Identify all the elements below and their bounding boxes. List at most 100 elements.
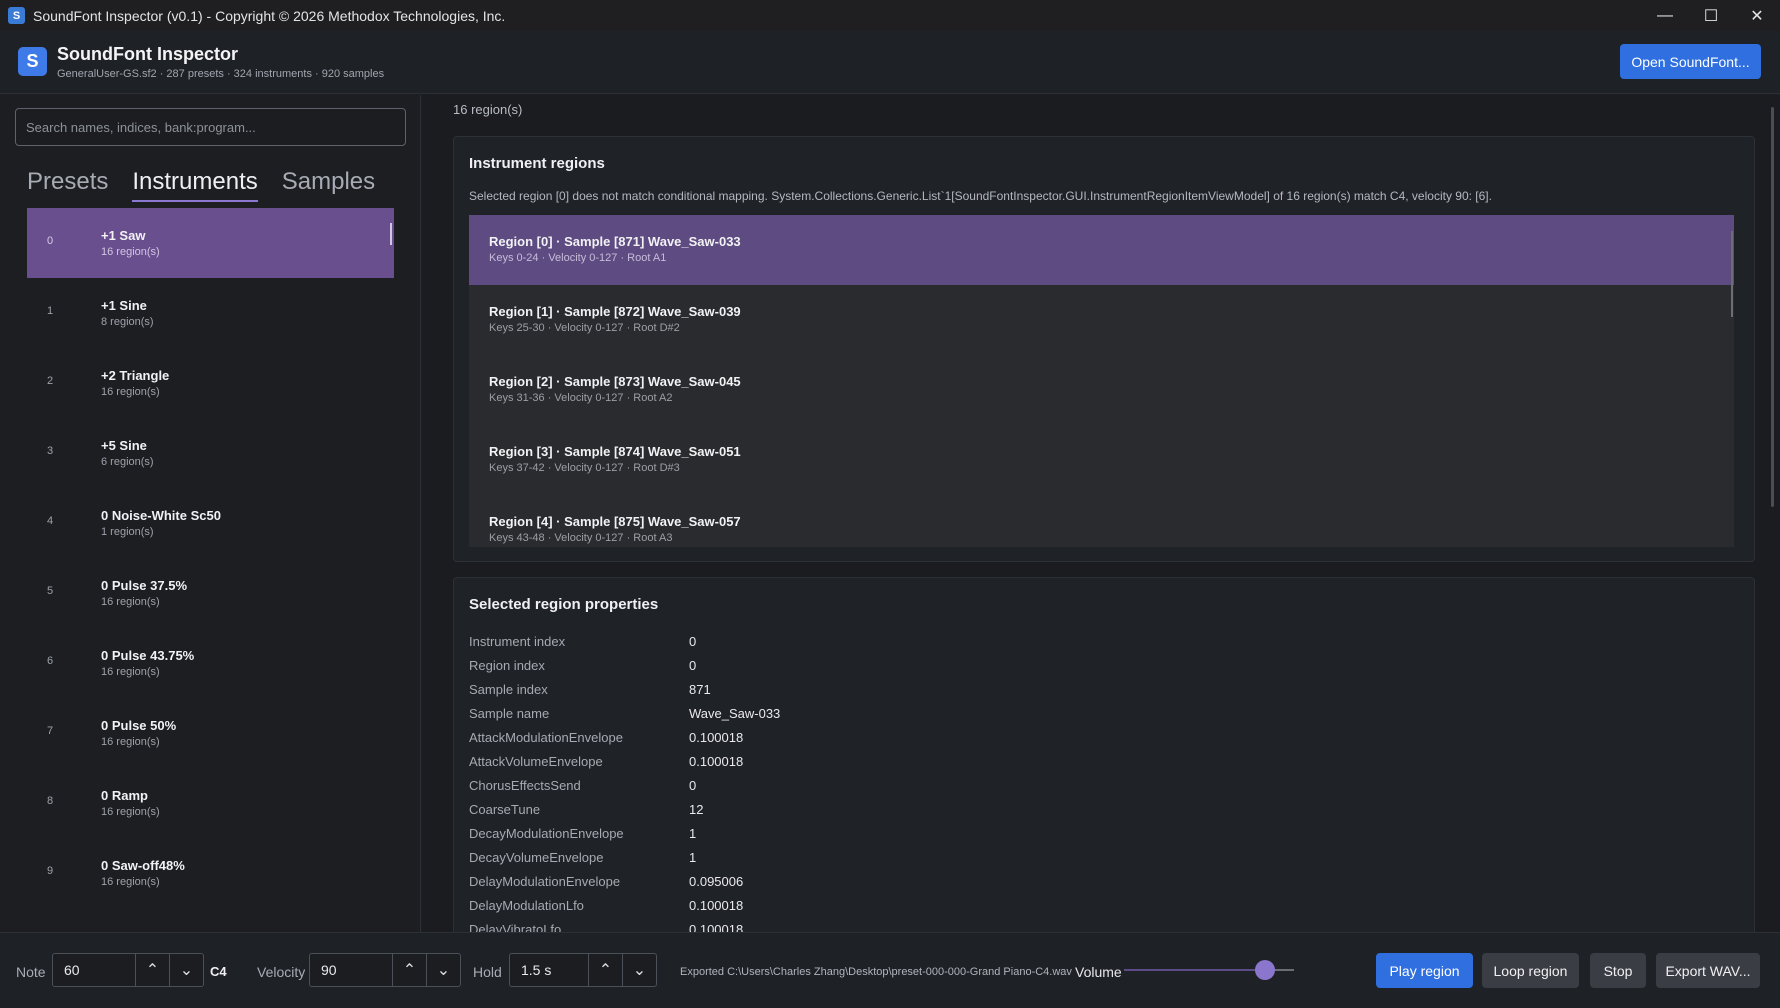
property-value: 0.100018 bbox=[689, 730, 744, 745]
property-key: DecayModulationEnvelope bbox=[469, 826, 624, 841]
item-index: 7 bbox=[47, 725, 54, 737]
playback-bar: Note 60 ⌃ ⌄ C4 Velocity 90 ⌃ ⌄ Hold 1.5 … bbox=[0, 932, 1780, 1008]
logo-icon: S bbox=[18, 47, 47, 76]
detail-scrollbar[interactable] bbox=[1771, 107, 1774, 507]
item-index: 8 bbox=[47, 795, 54, 807]
play-region-button[interactable]: Play region bbox=[1376, 953, 1473, 988]
property-row: Region index 0 bbox=[469, 658, 780, 682]
list-item[interactable]: 0 +1 Saw 16 region(s) bbox=[27, 208, 394, 278]
title-bar: S SoundFont Inspector (v0.1) - Copyright… bbox=[0, 0, 1780, 31]
property-key: AttackVolumeEnvelope bbox=[469, 754, 603, 769]
tab-instruments[interactable]: Instruments bbox=[132, 168, 258, 202]
list-item[interactable]: 9 0 Saw-off48% 16 region(s) bbox=[27, 838, 394, 908]
region-item[interactable]: Region [2] · Sample [873] Wave_Saw-045 K… bbox=[469, 355, 1734, 425]
region-item[interactable]: Region [3] · Sample [874] Wave_Saw-051 K… bbox=[469, 425, 1734, 495]
region-properties-card: Selected region properties Instrument in… bbox=[453, 577, 1755, 932]
item-index: 9 bbox=[47, 865, 54, 877]
detail-panel: 16 region(s) Instrument regions Selected… bbox=[422, 95, 1780, 932]
open-soundfont-button[interactable]: Open SoundFont... bbox=[1620, 44, 1761, 79]
item-region-count: 16 region(s) bbox=[101, 806, 160, 818]
item-region-count: 16 region(s) bbox=[101, 876, 160, 888]
tab-presets[interactable]: Presets bbox=[27, 168, 108, 202]
chevron-up-icon[interactable]: ⌃ bbox=[588, 954, 622, 986]
property-value: Wave_Saw-033 bbox=[689, 706, 781, 721]
item-index: 4 bbox=[47, 515, 54, 527]
item-name: 0 Noise-White Sc50 bbox=[101, 508, 221, 523]
item-index: 2 bbox=[47, 375, 54, 387]
velocity-stepper[interactable]: 90 ⌃ ⌄ bbox=[309, 953, 461, 987]
property-row: Instrument index 0 bbox=[469, 634, 780, 658]
property-key: ChorusEffectsSend bbox=[469, 778, 581, 793]
chevron-down-icon[interactable]: ⌄ bbox=[426, 954, 460, 986]
list-item[interactable]: 6 0 Pulse 43.75% 16 region(s) bbox=[27, 628, 394, 698]
property-key: Sample name bbox=[469, 706, 550, 721]
region-detail: Keys 25-30 · Velocity 0-127 · Root D#2 bbox=[489, 322, 680, 334]
item-index: 0 bbox=[47, 235, 54, 247]
note-stepper[interactable]: 60 ⌃ ⌄ bbox=[52, 953, 204, 987]
property-row: AttackVolumeEnvelope 0.100018 bbox=[469, 754, 780, 778]
property-key: DecayVolumeEnvelope bbox=[469, 850, 604, 865]
property-value: 1 bbox=[689, 850, 697, 865]
region-detail: Keys 37-42 · Velocity 0-127 · Root D#3 bbox=[489, 462, 680, 474]
region-title: Region [4] · Sample [875] Wave_Saw-057 bbox=[489, 514, 741, 529]
note-name: C4 bbox=[210, 964, 227, 979]
region-detail: Keys 31-36 · Velocity 0-127 · Root A2 bbox=[489, 392, 673, 404]
region-item[interactable]: Region [1] · Sample [872] Wave_Saw-039 K… bbox=[469, 285, 1734, 355]
item-index: 5 bbox=[47, 585, 54, 597]
region-list-scrollbar[interactable] bbox=[1731, 231, 1733, 317]
list-item[interactable]: 2 +2 Triangle 16 region(s) bbox=[27, 348, 394, 418]
list-item[interactable]: 5 0 Pulse 37.5% 16 region(s) bbox=[27, 558, 394, 628]
property-key: DelayModulationEnvelope bbox=[469, 874, 621, 889]
property-value: 0 bbox=[689, 634, 697, 649]
export-wav-button[interactable]: Export WAV... bbox=[1656, 953, 1760, 988]
property-value: 0 bbox=[689, 778, 697, 793]
item-name: 0 Pulse 43.75% bbox=[101, 648, 195, 663]
tab-samples[interactable]: Samples bbox=[282, 168, 375, 202]
region-list: Region [0] · Sample [871] Wave_Saw-033 K… bbox=[469, 215, 1734, 547]
property-value: 12 bbox=[689, 802, 704, 817]
region-title: Region [1] · Sample [872] Wave_Saw-039 bbox=[489, 304, 741, 319]
property-value: 0.100018 bbox=[689, 754, 744, 769]
maximize-icon[interactable]: ☐ bbox=[1688, 0, 1734, 31]
app-icon: S bbox=[8, 7, 25, 24]
browser-panel: Presets Instruments Samples 0 +1 Saw 16 … bbox=[0, 95, 421, 932]
list-item[interactable]: 4 0 Noise-White Sc50 1 region(s) bbox=[27, 488, 394, 558]
list-scrollbar[interactable] bbox=[390, 223, 392, 245]
volume-slider-thumb[interactable] bbox=[1255, 960, 1275, 980]
property-row: DelayModulationEnvelope 0.095006 bbox=[469, 874, 780, 898]
property-value: 0.100018 bbox=[689, 922, 744, 932]
item-name: 0 Saw-off48% bbox=[101, 858, 185, 873]
hold-stepper[interactable]: 1.5 s ⌃ ⌄ bbox=[509, 953, 657, 987]
chevron-down-icon[interactable]: ⌄ bbox=[622, 954, 656, 986]
item-name: 0 Pulse 37.5% bbox=[101, 578, 187, 593]
property-row: CoarseTune 12 bbox=[469, 802, 780, 826]
chevron-up-icon[interactable]: ⌃ bbox=[392, 954, 426, 986]
list-item[interactable]: 7 0 Pulse 50% 16 region(s) bbox=[27, 698, 394, 768]
search-input[interactable] bbox=[15, 108, 406, 146]
property-key: DelayModulationLfo bbox=[469, 898, 584, 913]
velocity-label: Velocity bbox=[257, 964, 306, 980]
loop-region-button[interactable]: Loop region bbox=[1482, 953, 1579, 988]
card-title: Instrument regions bbox=[469, 155, 605, 172]
close-icon[interactable]: ✕ bbox=[1734, 0, 1780, 31]
chevron-down-icon[interactable]: ⌄ bbox=[169, 954, 203, 986]
chevron-up-icon[interactable]: ⌃ bbox=[135, 954, 169, 986]
list-item[interactable]: 3 +5 Sine 6 region(s) bbox=[27, 418, 394, 488]
region-item[interactable]: Region [0] · Sample [871] Wave_Saw-033 K… bbox=[469, 215, 1734, 285]
item-index: 6 bbox=[47, 655, 54, 667]
list-item[interactable]: 8 0 Ramp 16 region(s) bbox=[27, 768, 394, 838]
item-region-count: 16 region(s) bbox=[101, 246, 160, 258]
hold-value[interactable]: 1.5 s bbox=[510, 954, 588, 986]
volume-slider[interactable] bbox=[1124, 960, 1294, 980]
list-item[interactable]: 1 +1 Sine 8 region(s) bbox=[27, 278, 394, 348]
stop-button[interactable]: Stop bbox=[1590, 953, 1646, 988]
file-summary: GeneralUser-GS.sf2 · 287 presets · 324 i… bbox=[57, 68, 385, 80]
property-row: DecayVolumeEnvelope 1 bbox=[469, 850, 780, 874]
item-name: 0 Ramp bbox=[101, 788, 148, 803]
minimize-icon[interactable]: — bbox=[1642, 0, 1688, 31]
property-row: Sample index 871 bbox=[469, 682, 780, 706]
item-region-count: 16 region(s) bbox=[101, 596, 160, 608]
note-value[interactable]: 60 bbox=[53, 954, 135, 986]
region-item[interactable]: Region [4] · Sample [875] Wave_Saw-057 K… bbox=[469, 495, 1734, 547]
velocity-value[interactable]: 90 bbox=[310, 954, 392, 986]
